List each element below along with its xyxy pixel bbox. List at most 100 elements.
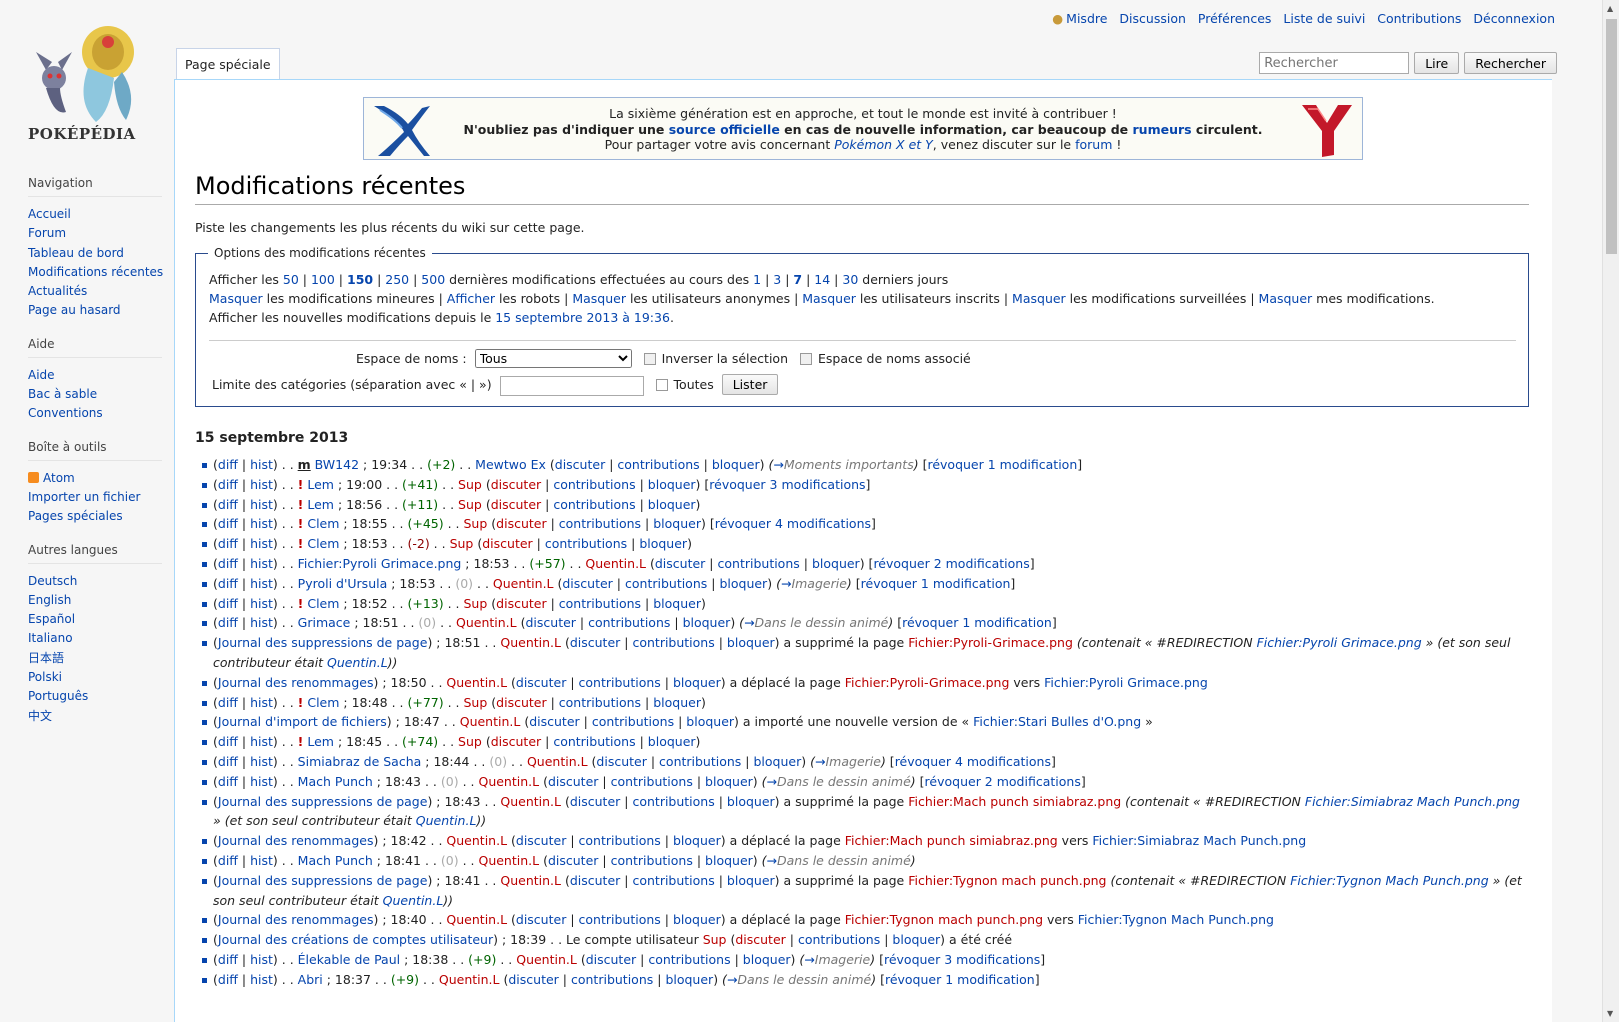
sidebar-link[interactable]: 中文 [28, 709, 52, 723]
inline-link[interactable]: discuter [548, 853, 598, 868]
inline-link[interactable]: bloquer [812, 556, 860, 571]
inline-link[interactable]: discuter [496, 516, 546, 531]
inline-link[interactable]: contributions [553, 477, 635, 492]
inline-link[interactable]: bloquer [665, 972, 713, 987]
inline-link[interactable]: Journal des suppressions de page [218, 635, 428, 650]
inline-link[interactable]: Journal des créations de comptes utilisa… [218, 932, 493, 947]
inline-link[interactable]: → [767, 774, 777, 789]
inline-link[interactable]: discuter [525, 615, 575, 630]
inline-link[interactable]: bloquer [743, 952, 791, 967]
inline-link[interactable]: bloquer [712, 457, 760, 472]
inline-link[interactable]: hist [250, 497, 273, 512]
inline-link[interactable]: discuter [516, 833, 566, 848]
inline-link[interactable]: → [815, 754, 825, 769]
inline-link[interactable]: Fichier:Pyroli Grimace.png [298, 556, 462, 571]
site-logo[interactable]: POKÉPÉDIA [26, 12, 152, 148]
inline-link[interactable]: contributions [579, 675, 661, 690]
inline-link[interactable]: révoquer 2 modifications [925, 774, 1081, 789]
inline-link[interactable]: diff [218, 596, 238, 611]
inline-link[interactable]: Clem [307, 516, 339, 531]
inline-link[interactable]: Journal des suppressions de page [218, 794, 428, 809]
inline-link[interactable]: Fichier:Simiabraz Mach Punch.png [1092, 833, 1306, 848]
sidebar-link[interactable]: Español [28, 612, 75, 626]
inline-link[interactable]: révoquer 1 modification [861, 576, 1011, 591]
inline-link[interactable]: bloquer [653, 516, 701, 531]
inline-link[interactable]: → [804, 952, 814, 967]
inline-link[interactable]: hist [250, 734, 273, 749]
personal-link-watchlist[interactable]: Liste de suivi [1283, 11, 1365, 26]
scroll-up-icon[interactable]: ▲ [1607, 4, 1613, 13]
scrollbar[interactable]: ▲ ▼ [1602, 0, 1619, 1022]
inline-link[interactable]: Quentin.L [416, 813, 477, 828]
inline-link[interactable]: diff [218, 497, 238, 512]
inline-link[interactable]: 500 [421, 272, 445, 287]
inline-link[interactable]: Fichier:Pyroli Grimace.png [1044, 675, 1208, 690]
inline-link[interactable]: BW142 [315, 457, 359, 472]
inline-link[interactable]: bloquer [892, 932, 940, 947]
inline-link[interactable]: bloquer [754, 754, 802, 769]
inline-link[interactable]: contributions [625, 576, 707, 591]
sidebar-link[interactable]: Aide [28, 368, 55, 382]
inline-link[interactable]: bloquer [673, 912, 721, 927]
all-checkbox[interactable] [655, 379, 668, 391]
sidebar-link[interactable]: Actualités [28, 284, 87, 298]
inline-link[interactable]: discuter [655, 556, 705, 571]
inline-link[interactable]: diff [218, 774, 238, 789]
sidebar-link[interactable]: Italiano [28, 631, 73, 645]
inline-link[interactable]: Mach Punch [298, 774, 373, 789]
inline-link[interactable]: Clem [307, 596, 339, 611]
inline-link[interactable]: contributions [588, 615, 670, 630]
inline-link[interactable]: contributions [553, 734, 635, 749]
inline-link[interactable]: 250 [385, 272, 409, 287]
inline-link[interactable]: diff [218, 536, 238, 551]
inline-link[interactable]: discuter [491, 497, 541, 512]
inline-link[interactable]: 15 septembre 2013 à 19:36 [495, 310, 670, 325]
inline-link[interactable]: contributions [718, 556, 800, 571]
inline-link[interactable]: diff [218, 853, 238, 868]
inline-link[interactable]: Mach Punch [298, 853, 373, 868]
personal-link-contributions[interactable]: Contributions [1377, 11, 1461, 26]
inline-link[interactable]: discuter [529, 714, 579, 729]
inline-link[interactable]: 1 [753, 272, 761, 287]
sidebar-link[interactable]: Pages spéciales [28, 509, 123, 523]
inline-link[interactable]: discuter [491, 477, 541, 492]
inline-link[interactable]: révoquer 1 modification [902, 615, 1052, 630]
inline-link[interactable]: contributions [559, 596, 641, 611]
inline-link[interactable]: Quentin.L [327, 655, 388, 670]
invert-checkbox[interactable] [643, 353, 656, 365]
pokemon-xy-link[interactable]: Pokémon X et Y [834, 137, 933, 152]
inline-link[interactable]: → [767, 853, 777, 868]
inline-link[interactable]: bloquer [648, 734, 696, 749]
inline-link[interactable]: révoquer 3 modifications [884, 952, 1040, 967]
inline-link[interactable]: Masquer [209, 291, 263, 306]
namespace-select[interactable]: Tous [474, 349, 632, 368]
inline-link[interactable]: Journal des suppressions de page [218, 873, 428, 888]
inline-link[interactable]: discuter [555, 457, 605, 472]
inline-link[interactable]: hist [250, 596, 273, 611]
inline-link[interactable]: 50 [283, 272, 299, 287]
search-input[interactable] [1259, 52, 1410, 74]
inline-link[interactable]: → [781, 576, 791, 591]
inline-link[interactable]: bloquer [719, 576, 767, 591]
inline-link[interactable]: Grimace [298, 615, 351, 630]
inline-link[interactable]: discuter [516, 912, 566, 927]
sidebar-link[interactable]: Forum [28, 226, 66, 240]
inline-link[interactable]: contributions [632, 794, 714, 809]
inline-link[interactable]: bloquer [727, 873, 775, 888]
inline-link[interactable]: contributions [617, 457, 699, 472]
inline-link[interactable]: bloquer [705, 853, 753, 868]
inline-link[interactable]: bloquer [686, 714, 734, 729]
inline-link[interactable]: contributions [579, 912, 661, 927]
inline-link[interactable]: Fichier:Tygnon Mach Punch.png [1290, 873, 1488, 888]
inline-link[interactable]: discuter [491, 734, 541, 749]
inline-link[interactable]: 100 [311, 272, 335, 287]
inline-link[interactable]: discuter [562, 576, 612, 591]
inline-link[interactable]: bloquer [648, 477, 696, 492]
inline-link[interactable]: Journal des renommages [218, 675, 374, 690]
inline-link[interactable]: discuter [496, 596, 546, 611]
inline-link[interactable]: Masquer [802, 291, 856, 306]
inline-link[interactable]: diff [218, 734, 238, 749]
inline-link[interactable]: Abri [298, 972, 323, 987]
inline-link[interactable]: discuter [570, 794, 620, 809]
search-button[interactable]: Rechercher [1464, 52, 1557, 74]
